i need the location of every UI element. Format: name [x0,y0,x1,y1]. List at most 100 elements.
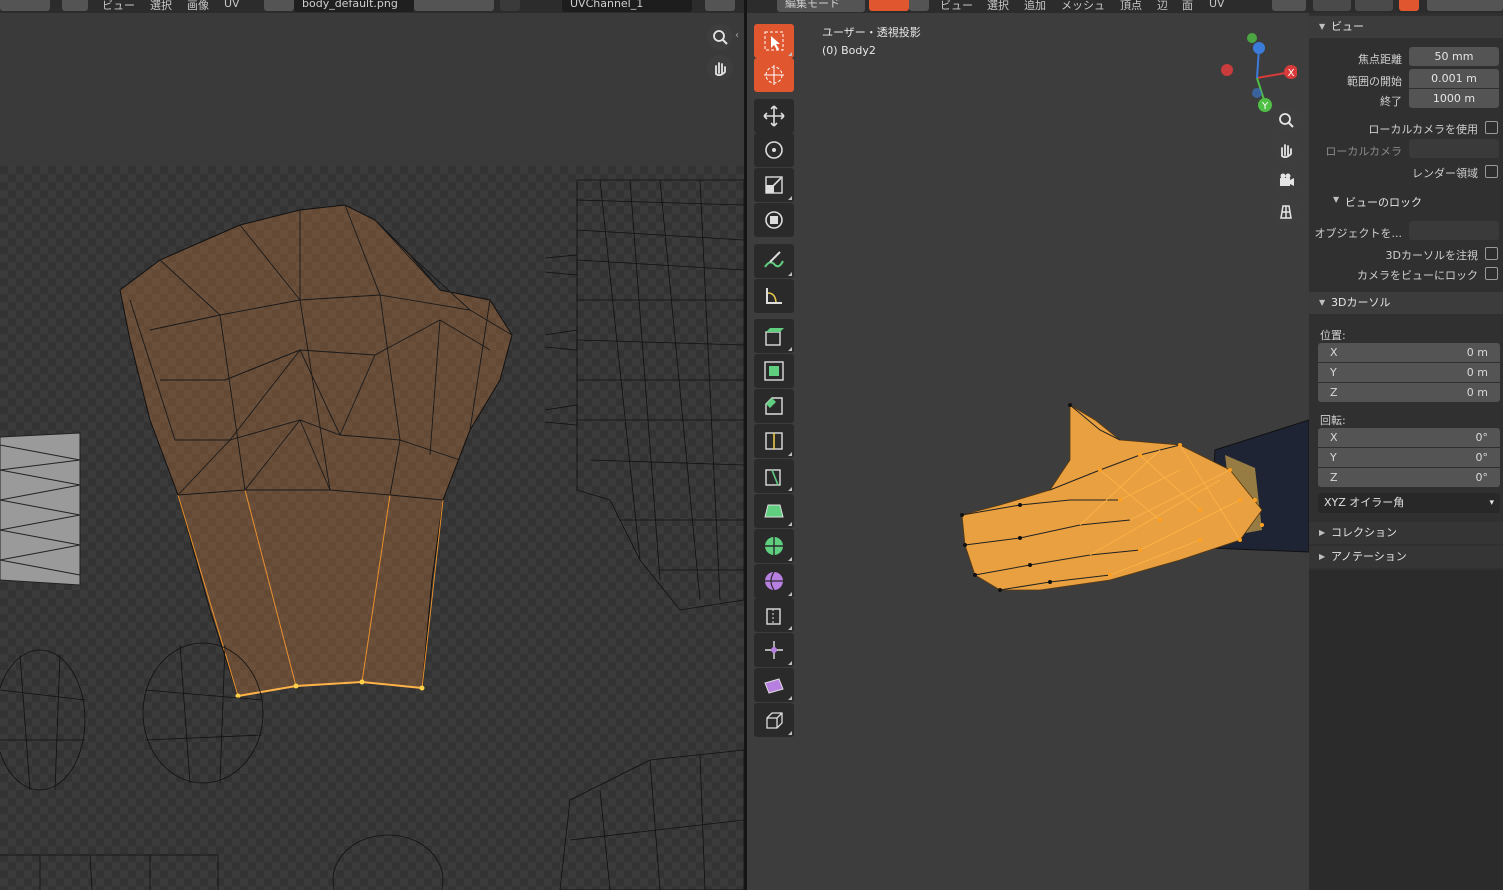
transform-orientation-button[interactable] [1272,0,1306,11]
cursor-rotation-x[interactable]: X 0° [1318,428,1500,447]
edge-slide-tool[interactable] [754,598,794,632]
image-browse-button[interactable] [264,0,294,11]
rip-region-tool[interactable] [754,703,794,737]
clip-end-label: 終了 [1380,95,1402,108]
lock-camera-label: カメラをビューにロック [1357,269,1478,282]
cursor-tool[interactable] [754,58,794,92]
xray-toggle[interactable] [1399,0,1419,11]
cursor-rotation-label: 回転: [1320,414,1346,427]
lock-cursor-checkbox[interactable] [1485,247,1498,260]
smooth-tool[interactable] [754,564,794,598]
menu-select[interactable]: 選択 [150,0,172,13]
local-camera-field[interactable] [1409,139,1499,158]
annotation-panel-header[interactable]: ▶ アノテーション [1309,546,1503,568]
spin-tool[interactable] [754,529,794,563]
uv-island-round-1 [0,649,86,791]
bevel-tool[interactable] [754,389,794,423]
uv-editor-area[interactable]: ‹ [0,13,744,890]
lock-object-field[interactable] [1409,221,1499,240]
shear-tool[interactable] [754,668,794,702]
sidebar-toggle-icon[interactable]: ‹ [735,30,739,41]
use-local-camera-label: ローカルカメラを使用 [1368,123,1478,136]
uv-editor-header: ビュー 選択 画像 UV body_default.png UVChannel_… [0,0,744,13]
inset-faces-tool[interactable] [754,354,794,388]
viewport-header: 編集モード ビュー 選択 追加 メッシュ 頂点 辺 面 UV [747,0,1309,13]
cursor-location-z[interactable]: Z0 m [1318,383,1500,402]
display-channels-button[interactable] [705,0,735,11]
hand-palm [961,404,1263,591]
cursor-location-label: 位置: [1320,329,1346,342]
cursor-rotation-z[interactable]: Z 0° [1318,468,1500,487]
navigation-gizmo[interactable]: X Y [1217,28,1297,118]
use-local-camera-checkbox[interactable] [1485,121,1498,134]
gizmo-neg-x [1221,64,1233,76]
annotate-tool[interactable] [754,244,794,278]
hand-icon[interactable] [1273,137,1299,163]
uv-island-bottom-left [0,854,219,890]
svg-text:X: X [1288,68,1295,79]
focal-length-field[interactable]: 50 mm [1409,47,1499,66]
uv-island-selected [119,204,513,697]
view-lock-subpanel-header[interactable]: ▼ ビューのロック [1309,191,1503,211]
gizmo-z-axis [1253,42,1265,54]
3d-viewport[interactable]: ユーザー・透視投影 (0) Body2 X Y [747,13,1309,890]
uv-mesh-canvas[interactable] [0,13,744,890]
gizmo-neg-z [1252,88,1262,98]
gizmo-neg-y [1247,33,1257,43]
clip-end-field[interactable]: 1000 m [1409,89,1499,108]
select-mode-buttons[interactable] [0,0,50,11]
knife-tool[interactable] [754,459,794,493]
image-actions-buttons[interactable] [414,0,494,11]
menu-face[interactable]: 面 [1182,0,1193,13]
grid-icon[interactable] [1273,199,1299,225]
clip-start-field[interactable]: 0.001 m [1409,69,1499,88]
uv-map-field[interactable]: UVChannel_1 [562,0,692,12]
mode-select[interactable]: 編集モード [777,0,865,12]
camera-icon[interactable] [1273,168,1299,194]
hand-mesh[interactable] [747,13,1309,890]
zoom-icon[interactable] [1273,107,1299,133]
menu-uv[interactable]: UV [1209,0,1225,10]
cursor-rotation-y[interactable]: Y 0° [1318,448,1500,467]
poly-build-tool[interactable] [754,494,794,528]
zoom-icon[interactable] [707,24,733,50]
collection-panel-header[interactable]: ▶ コレクション [1309,522,1503,544]
menu-uv[interactable]: UV [224,0,240,10]
edge-face-select-mode[interactable] [909,0,929,11]
menu-add[interactable]: 追加 [1024,0,1046,13]
scale-tool[interactable] [754,168,794,202]
vertex-select-mode[interactable] [869,0,909,11]
gizmo-toggle[interactable] [1313,0,1351,11]
menu-view[interactable]: ビュー [940,0,973,13]
rotate-tool[interactable] [754,133,794,167]
chevron-down-icon: ▾ [1489,498,1494,508]
svg-text:Y: Y [1261,101,1269,112]
view-panel-header[interactable]: ▼ ビュー [1309,16,1503,38]
hand-icon[interactable] [707,55,733,81]
cursor-location-x[interactable]: X0 m [1318,343,1500,362]
extrude-region-tool[interactable] [754,319,794,353]
measure-tool[interactable] [754,279,794,313]
menu-view[interactable]: ビュー [102,0,135,13]
lock-camera-checkbox[interactable] [1485,267,1498,280]
pin-icon[interactable] [500,0,520,11]
render-region-checkbox[interactable] [1485,165,1498,178]
shading-buttons[interactable] [1427,0,1503,11]
menu-image[interactable]: 画像 [187,0,209,13]
rotation-mode-select[interactable]: XYZ オイラー角 ▾ [1318,493,1500,513]
transform-tool[interactable] [754,203,794,237]
image-name-field[interactable]: body_default.png [294,0,414,12]
select-box-tool[interactable] [754,24,794,58]
shrink-fatten-tool[interactable] [754,633,794,667]
cursor-location-y[interactable]: Y0 m [1318,363,1500,382]
menu-edge[interactable]: 辺 [1157,0,1168,13]
move-tool[interactable] [754,99,794,133]
overlay-toggle[interactable] [1355,0,1393,11]
cursor-panel-header[interactable]: ▼ 3Dカーソル [1309,292,1503,314]
menu-mesh[interactable]: メッシュ [1061,0,1105,13]
menu-vertex[interactable]: 頂点 [1120,0,1142,13]
menu-select[interactable]: 選択 [987,0,1009,13]
local-camera-label: ローカルカメラ [1325,145,1402,158]
loop-cut-tool[interactable] [754,424,794,458]
sync-selection-button[interactable] [62,0,88,11]
